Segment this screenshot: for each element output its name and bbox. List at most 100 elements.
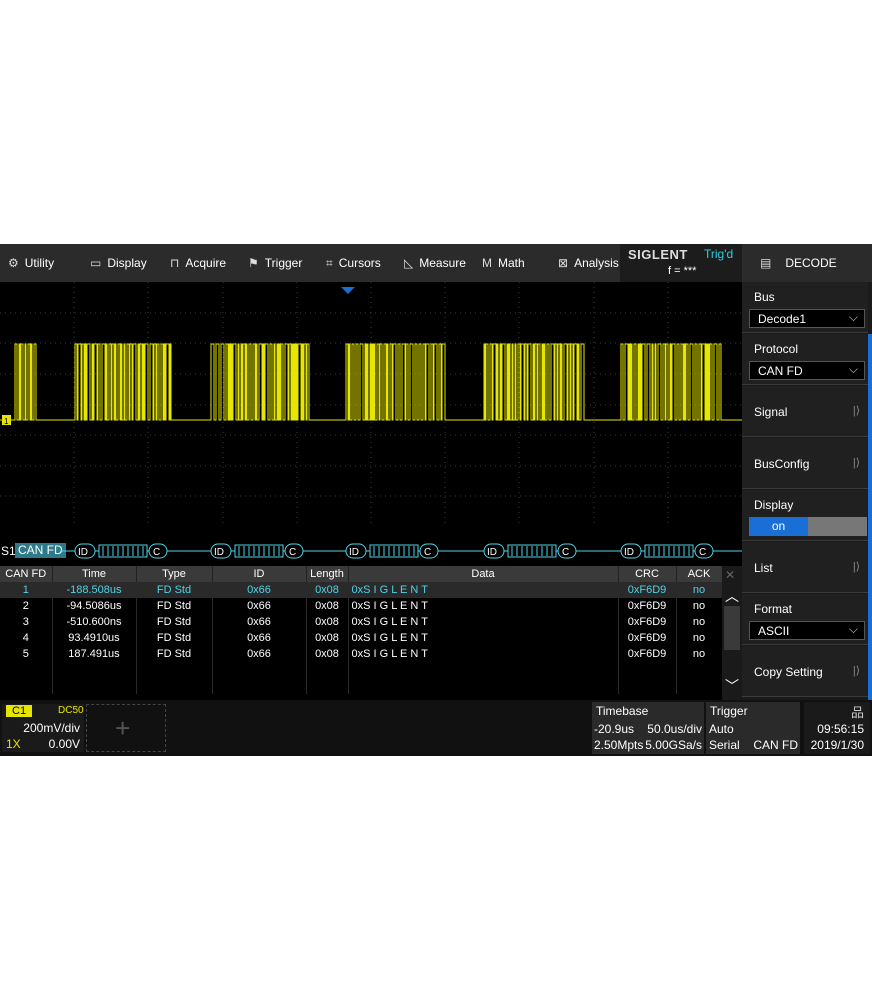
table-cell: 0x66	[212, 646, 307, 662]
svg-text:1: 1	[4, 417, 9, 426]
table-cell	[212, 678, 307, 694]
table-cell: 0x66	[212, 582, 307, 598]
table-row[interactable]	[0, 678, 723, 694]
decode-panel: Bus Decode1 ⌵ Protocol CAN FD ⌵ Signal |⟩ …	[742, 282, 872, 700]
bus-decode-svg: ID C ID C ID C ID C ID C	[60, 543, 742, 559]
channel-name: C1	[6, 705, 33, 717]
table-cell: 0xF6D9	[618, 582, 677, 598]
column-header: CAN FD	[0, 566, 53, 582]
measure-icon: ◺	[404, 256, 414, 270]
table-row[interactable]: 4 93.4910us FD Std 0x66 0x08 0xS I G L E N T0…	[0, 630, 723, 646]
menu-acquire[interactable]: ⊓ Acquire	[158, 244, 240, 282]
copy-setting-button[interactable]: Copy Setting |⟩	[742, 646, 868, 697]
menu-math[interactable]: M Math	[480, 244, 550, 282]
table-cell	[348, 662, 619, 678]
column-header: CRC	[618, 566, 677, 582]
table-cell: no	[676, 614, 723, 630]
display-toggle[interactable]: on	[749, 517, 867, 536]
protocol-select[interactable]: CAN FD ⌵	[749, 361, 865, 380]
column-header: Type	[136, 566, 213, 582]
table-cell: 4	[0, 630, 53, 646]
table-cell: 1	[0, 582, 53, 598]
table-cell	[348, 678, 619, 694]
timebase-label: Timebase	[596, 704, 649, 718]
table-cell	[52, 678, 137, 694]
table-cell: -94.5086us	[52, 598, 137, 614]
table-scrollbar[interactable]: ✕ ︿ ﹀	[722, 566, 742, 700]
table-row[interactable]: 3 -510.600ns FD Std 0x66 0x08 0xS I G L E N T…	[0, 614, 723, 630]
menu-utility[interactable]: ⚙ Utility	[0, 244, 76, 282]
bus-select[interactable]: Decode1 ⌵	[749, 309, 865, 328]
table-cell: FD Std	[136, 630, 213, 646]
busconfig-button[interactable]: BusConfig |⟩	[742, 438, 868, 489]
channel1-info[interactable]: C1 DC50 200mV/div 1X 0.00V	[2, 704, 84, 752]
menu-cursors[interactable]: ⌗ Cursors	[318, 244, 400, 282]
trigger-info[interactable]: Trigger Auto Serial CAN FD	[706, 702, 800, 754]
submenu-arrow-icon: |⟩	[852, 405, 860, 417]
table-cell	[212, 662, 307, 678]
menu-measure[interactable]: ◺ Measure	[400, 244, 480, 282]
table-cell	[676, 678, 723, 694]
timebase-info[interactable]: Timebase -20.9us 50.0us/div 2.50Mpts 5.0…	[592, 702, 704, 754]
table-cell: no	[676, 582, 723, 598]
table-cell: no	[676, 646, 723, 662]
table-row[interactable]: 5 187.491us FD Std 0x66 0x08 0xS I G L E N T0…	[0, 646, 723, 662]
decode-icon: ▤	[760, 256, 772, 270]
table-cell: 0xF6D9	[618, 598, 677, 614]
panel-scroll-indicator	[868, 334, 872, 700]
table-cell: 0xS I G L E N T	[348, 598, 619, 614]
bus-trace-row: S1 CAN FD ID C ID C ID C ID C ID C	[0, 543, 742, 559]
table-cell: 2	[0, 598, 53, 614]
table-cell: 0x08	[306, 646, 349, 662]
protocol-setting[interactable]: Protocol CAN FD ⌵	[742, 334, 868, 385]
bus-setting[interactable]: Bus Decode1 ⌵	[742, 282, 868, 333]
table-row[interactable]: 1 -188.508us FD Std 0x66 0x08 0xS I G L E N T…	[0, 582, 723, 598]
crosshair-icon: ⌗	[326, 255, 333, 270]
monitor-icon: ▭	[90, 256, 102, 270]
menu-display[interactable]: ▭ Display	[76, 244, 158, 282]
table-cell: 0x66	[212, 630, 307, 646]
analysis-icon: ⊠	[558, 256, 569, 270]
decode-list: CAN FD Time Type ID Length Data CRC ACK 1 -188.5…	[0, 566, 723, 694]
bus-frame[interactable]: ID C	[345, 543, 439, 559]
table-cell: 0x08	[306, 582, 349, 598]
table-cell: -188.508us	[52, 582, 137, 598]
scroll-down-icon[interactable]: ﹀	[723, 676, 741, 694]
bus-frame[interactable]: ID C	[210, 543, 304, 559]
table-cell: 0xS I G L E N T	[348, 614, 619, 630]
format-setting[interactable]: Format ASCII ⌵	[742, 594, 868, 645]
signal-button[interactable]: Signal |⟩	[742, 386, 868, 437]
table-cell: 0x08	[306, 630, 349, 646]
bus-frame[interactable]: ID C	[74, 543, 168, 559]
table-cell	[306, 678, 349, 694]
add-channel-button[interactable]: +	[86, 704, 166, 752]
bus-frame[interactable]: ID C	[620, 543, 714, 559]
format-select[interactable]: ASCII ⌵	[749, 621, 865, 640]
math-icon: M	[482, 256, 492, 270]
table-cell: 3	[0, 614, 53, 630]
svg-text:ID: ID	[214, 547, 224, 558]
svg-text:ID: ID	[78, 547, 88, 558]
bus-frame[interactable]: ID C	[483, 543, 577, 559]
display-setting[interactable]: Display on	[742, 490, 868, 541]
submenu-arrow-icon: |⟩	[852, 561, 860, 573]
decode-table: CAN FD Time Type ID Length Data CRC ACK 1 -188.5…	[0, 566, 742, 700]
trigger-label: Trigger	[710, 704, 748, 718]
table-row[interactable]	[0, 662, 723, 678]
column-header: ID	[212, 566, 307, 582]
svg-text:C: C	[153, 547, 160, 558]
sample-rate: 5.00GSa/s	[645, 738, 702, 752]
table-cell	[306, 662, 349, 678]
menu-trigger[interactable]: ⚑ Trigger	[240, 244, 318, 282]
network-icon: 品	[850, 705, 864, 720]
close-icon[interactable]: ✕	[725, 568, 735, 582]
scroll-up-icon[interactable]: ︿	[723, 586, 741, 604]
brand-logo: SIGLENT	[628, 247, 688, 262]
table-cell	[618, 678, 677, 694]
scroll-thumb[interactable]	[724, 606, 740, 650]
table-cell: 0xS I G L E N T	[348, 582, 619, 598]
table-row[interactable]: 2 -94.5086us FD Std 0x66 0x08 0xS I G L E N T…	[0, 598, 723, 614]
table-cell: FD Std	[136, 614, 213, 630]
frequency-readout: f = ***	[668, 265, 697, 277]
list-button[interactable]: List |⟩	[742, 542, 868, 593]
